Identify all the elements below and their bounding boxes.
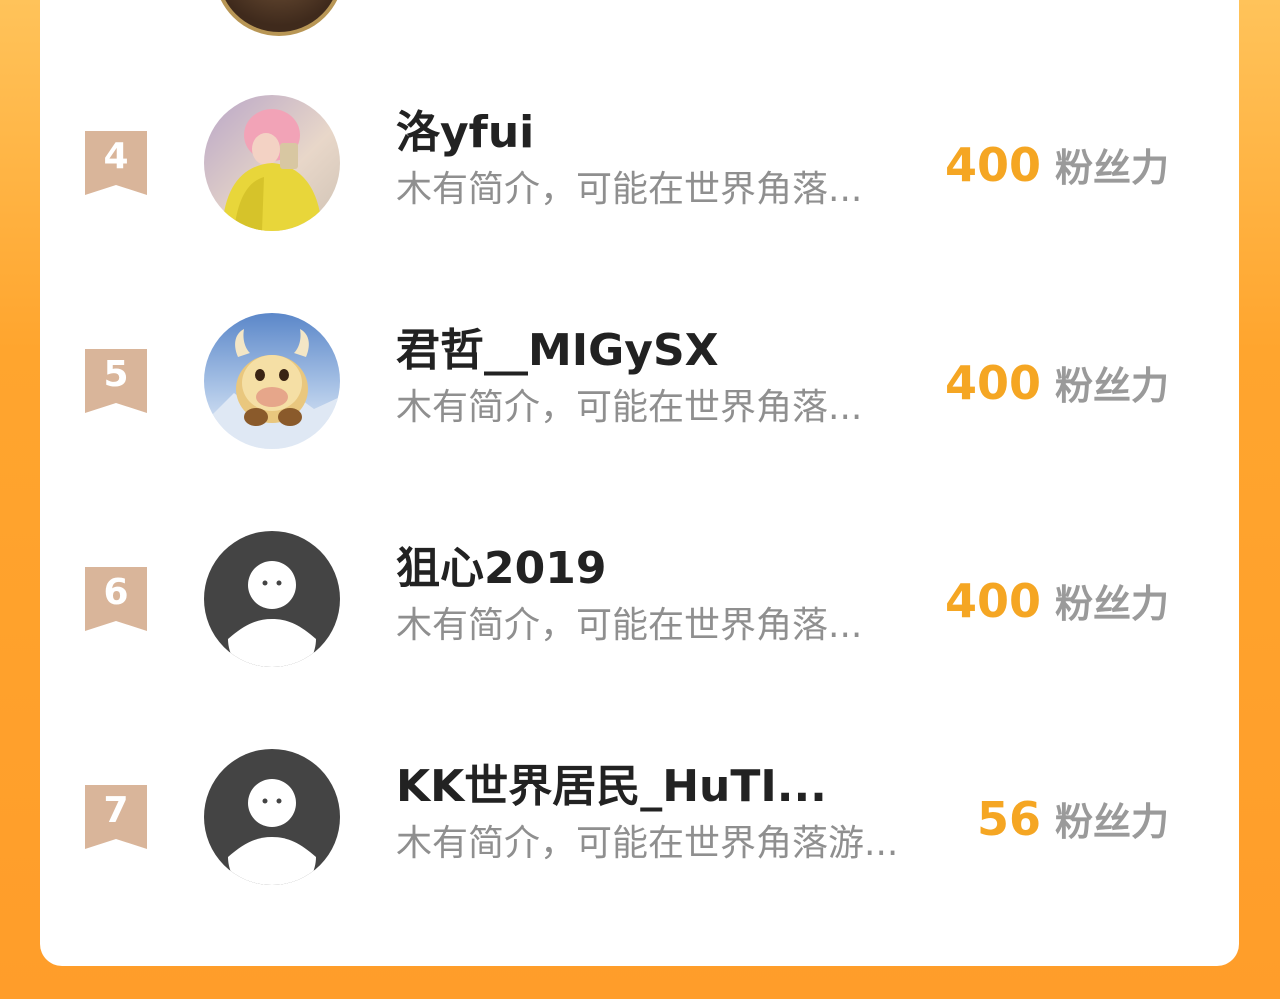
rank-badge: 6: [85, 567, 147, 631]
fans-value: 400: [944, 138, 1041, 192]
username[interactable]: KK世界居民_HuTI...: [396, 757, 827, 817]
fans-value: 56: [976, 792, 1041, 846]
fans-unit: 粉丝力: [1054, 146, 1169, 190]
user-avatar[interactable]: [204, 531, 340, 667]
user-avatar[interactable]: [204, 749, 340, 885]
username[interactable]: 君哲__MIGySX: [396, 321, 719, 381]
rank-number: 5: [103, 354, 129, 395]
leaderboard-row[interactable]: 7 KK世界居民_HuTI... 木有简介，可能在世界角落游... 56 粉丝力: [40, 747, 1239, 887]
rank-badge: 4: [85, 131, 147, 195]
rank-number: 6: [103, 572, 129, 613]
user-bio: 木有简介，可能在世界角落...: [396, 387, 863, 428]
rank-3-avatar-partial[interactable]: [214, 0, 344, 36]
fans-power: 400 粉丝力: [945, 571, 1169, 642]
username[interactable]: 洛yfui: [396, 103, 534, 163]
fans-unit: 粉丝力: [1054, 582, 1169, 626]
fans-value: 400: [944, 574, 1041, 628]
username[interactable]: 狙心2019: [396, 539, 606, 599]
leaderboard-row[interactable]: 6 狙心2019 木有简介，可能在世界角落... 400 粉丝力: [40, 529, 1239, 669]
leaderboard-card: 4 洛yfui 木有简介，可能在世界角落... 400 粉丝力 5 君哲__MI…: [40, 0, 1239, 966]
default-avatar-icon: [204, 531, 340, 667]
rank-badge: 5: [85, 349, 147, 413]
photo-avatar-icon: [204, 95, 340, 231]
default-avatar-icon: [204, 749, 340, 885]
leaderboard-row[interactable]: 4 洛yfui 木有简介，可能在世界角落... 400 粉丝力: [40, 93, 1239, 233]
user-avatar[interactable]: [204, 95, 340, 231]
user-bio: 木有简介，可能在世界角落游...: [396, 823, 899, 864]
fans-unit: 粉丝力: [1054, 800, 1169, 844]
rank-number: 7: [103, 790, 129, 831]
user-avatar[interactable]: [204, 313, 340, 449]
user-bio: 木有简介，可能在世界角落...: [396, 605, 863, 646]
rank-badge: 7: [85, 785, 147, 849]
fans-power: 56 粉丝力: [977, 789, 1169, 860]
leaderboard-row[interactable]: 5 君哲__MIGySX 木有简介，可能在世界角落... 400 粉丝力: [40, 311, 1239, 451]
fans-power: 400 粉丝力: [945, 353, 1169, 424]
user-bio: 木有简介，可能在世界角落...: [396, 169, 863, 210]
photo-avatar-icon: [204, 313, 340, 449]
fans-value: 400: [944, 356, 1041, 410]
fans-power: 400 粉丝力: [945, 135, 1169, 206]
rank-number: 4: [103, 136, 129, 177]
fans-unit: 粉丝力: [1054, 364, 1169, 408]
